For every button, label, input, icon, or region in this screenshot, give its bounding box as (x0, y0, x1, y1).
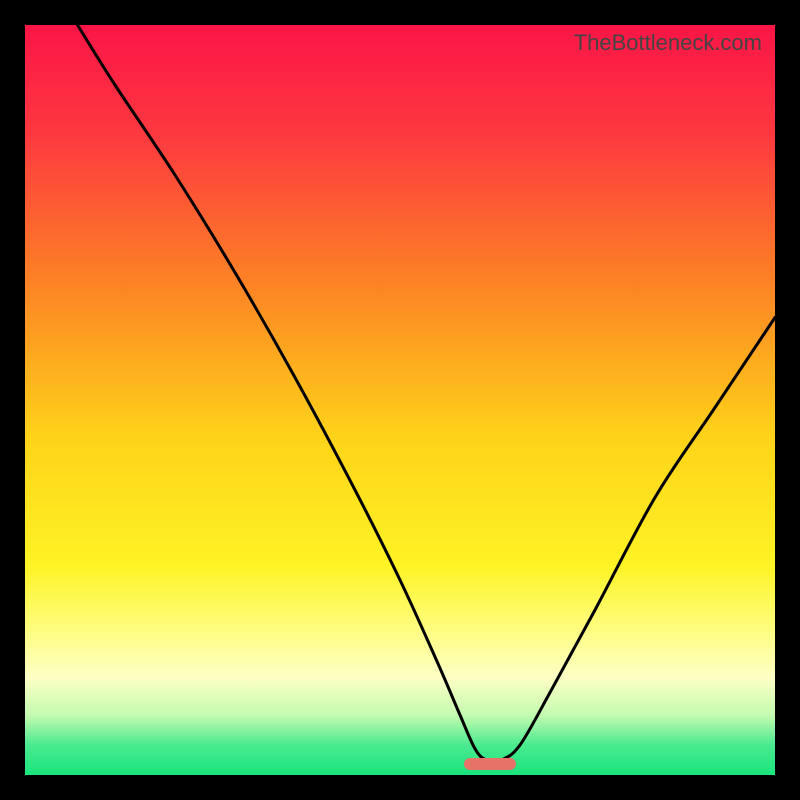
chart-frame: TheBottleneck.com (0, 0, 800, 800)
optimal-marker (464, 758, 517, 770)
watermark-text: TheBottleneck.com (574, 30, 762, 56)
bottleneck-curve (25, 25, 775, 775)
plot-area: TheBottleneck.com (25, 25, 775, 775)
